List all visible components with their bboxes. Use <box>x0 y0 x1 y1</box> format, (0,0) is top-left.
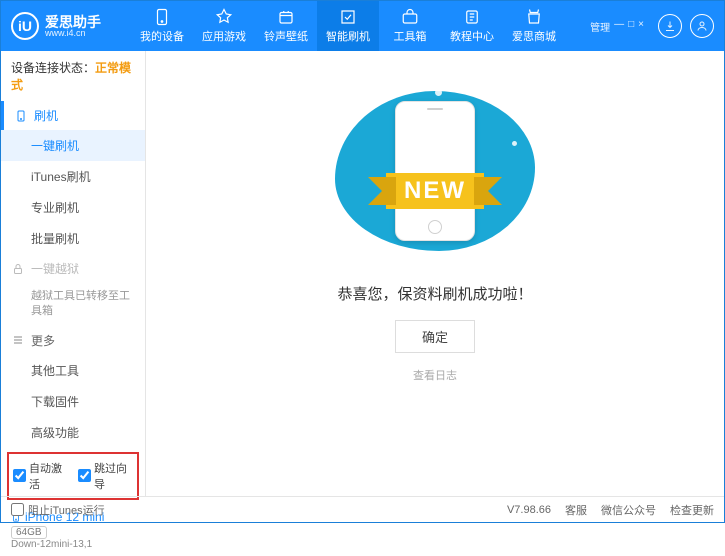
block-itunes-label: 阻止iTunes运行 <box>28 502 105 518</box>
nav-tab-3[interactable]: 智能刷机 <box>317 1 379 51</box>
flash-item-3[interactable]: 批量刷机 <box>1 223 145 254</box>
nav-label: 爱思商城 <box>512 28 556 44</box>
nav-tab-0[interactable]: 我的设备 <box>131 1 193 51</box>
section-jailbreak-label: 一键越狱 <box>31 260 79 277</box>
nav-icon-1 <box>215 8 233 26</box>
nav-icon-2 <box>277 8 295 26</box>
nav-tab-1[interactable]: 应用游戏 <box>193 1 255 51</box>
nav-icon-0 <box>153 8 171 26</box>
logo-icon: iU <box>11 12 39 40</box>
window-maximize[interactable]: □ <box>628 19 634 34</box>
nav-label: 智能刷机 <box>326 28 370 44</box>
app-window: iU 爱思助手 www.i4.cn 我的设备 应用游戏 铃声壁纸 智能刷机 工具箱 教程中… <box>0 0 725 523</box>
auto-activate-label: 自动激活 <box>29 460 68 492</box>
support-link[interactable]: 客服 <box>565 502 587 518</box>
phone-illustration-icon <box>395 101 475 241</box>
nav-tab-6[interactable]: 爱思商城 <box>503 1 565 51</box>
titlebar: iU 爱思助手 www.i4.cn 我的设备 应用游戏 铃声壁纸 智能刷机 工具箱 教程中… <box>1 1 724 51</box>
window-close[interactable]: × <box>638 19 644 34</box>
section-more-label: 更多 <box>31 332 55 349</box>
flash-item-2[interactable]: 专业刷机 <box>1 192 145 223</box>
flash-item-0[interactable]: 一键刷机 <box>1 130 145 161</box>
main-nav: 我的设备 应用游戏 铃声壁纸 智能刷机 工具箱 教程中心 爱思商城 <box>131 1 590 51</box>
nav-label: 铃声壁纸 <box>264 28 308 44</box>
more-list: 其他工具下载固件高级功能 <box>1 355 145 448</box>
nav-label: 应用游戏 <box>202 28 246 44</box>
nav-label: 工具箱 <box>394 28 427 44</box>
app-name: 爱思助手 <box>45 15 101 29</box>
section-more[interactable]: 更多 <box>1 326 145 355</box>
more-item-2[interactable]: 高级功能 <box>1 417 145 448</box>
lock-icon <box>11 262 25 276</box>
window-manage[interactable]: 管理 <box>590 19 610 34</box>
device-storage: 64GB <box>11 526 47 539</box>
nav-icon-5 <box>463 8 481 26</box>
app-url: www.i4.cn <box>45 29 101 38</box>
skip-guide-label: 跳过向导 <box>94 460 133 492</box>
footer: 阻止iTunes运行 V7.98.66 客服 微信公众号 检查更新 <box>1 496 724 522</box>
success-message: 恭喜您，保资料刷机成功啦！ <box>337 283 532 304</box>
flash-options: 自动激活 跳过向导 <box>7 452 139 500</box>
download-icon[interactable] <box>658 14 682 38</box>
jailbreak-note: 越狱工具已转移至工具箱 <box>1 283 145 326</box>
nav-tab-2[interactable]: 铃声壁纸 <box>255 1 317 51</box>
block-itunes-checkbox[interactable] <box>11 503 24 516</box>
success-illustration: NEW <box>325 81 545 261</box>
update-link[interactable]: 检查更新 <box>670 502 714 518</box>
auto-activate-input[interactable] <box>13 469 26 482</box>
flash-item-1[interactable]: iTunes刷机 <box>1 161 145 192</box>
skip-guide-checkbox[interactable]: 跳过向导 <box>78 460 133 492</box>
view-log-link[interactable]: 查看日志 <box>413 367 457 383</box>
user-icon[interactable] <box>690 14 714 38</box>
nav-icon-6 <box>525 8 543 26</box>
section-flash[interactable]: 刷机 <box>1 101 145 130</box>
nav-icon-4 <box>401 8 419 26</box>
ok-button[interactable]: 确定 <box>395 320 475 353</box>
section-jailbreak[interactable]: 一键越狱 <box>1 254 145 283</box>
section-flash-label: 刷机 <box>34 107 58 124</box>
nav-tab-4[interactable]: 工具箱 <box>379 1 441 51</box>
titlebar-controls: 管理 — □ × <box>590 14 714 38</box>
auto-activate-checkbox[interactable]: 自动激活 <box>13 460 68 492</box>
new-ribbon: NEW <box>386 173 484 209</box>
main-content: NEW 恭喜您，保资料刷机成功啦！ 确定 查看日志 <box>146 51 724 496</box>
nav-label: 教程中心 <box>450 28 494 44</box>
phone-icon <box>14 109 28 123</box>
body: 设备连接状态：正常模式 刷机 一键刷机iTunes刷机专业刷机批量刷机 一键越狱… <box>1 51 724 496</box>
more-item-1[interactable]: 下载固件 <box>1 386 145 417</box>
connection-status: 设备连接状态：正常模式 <box>1 51 145 101</box>
window-minimize[interactable]: — <box>614 19 624 34</box>
nav-tab-5[interactable]: 教程中心 <box>441 1 503 51</box>
menu-icon <box>11 333 25 347</box>
flash-list: 一键刷机iTunes刷机专业刷机批量刷机 <box>1 130 145 254</box>
sidebar: 设备连接状态：正常模式 刷机 一键刷机iTunes刷机专业刷机批量刷机 一键越狱… <box>1 51 146 496</box>
wechat-link[interactable]: 微信公众号 <box>601 502 656 518</box>
device-model: Down-12mini-13,1 <box>11 539 135 550</box>
status-label: 设备连接状态： <box>11 61 95 75</box>
version-label: V7.98.66 <box>507 504 551 516</box>
window-controls: 管理 — □ × <box>590 19 644 34</box>
skip-guide-input[interactable] <box>78 469 91 482</box>
app-logo: iU 爱思助手 www.i4.cn <box>11 12 131 40</box>
nav-label: 我的设备 <box>140 28 184 44</box>
more-item-0[interactable]: 其他工具 <box>1 355 145 386</box>
nav-icon-3 <box>339 8 357 26</box>
